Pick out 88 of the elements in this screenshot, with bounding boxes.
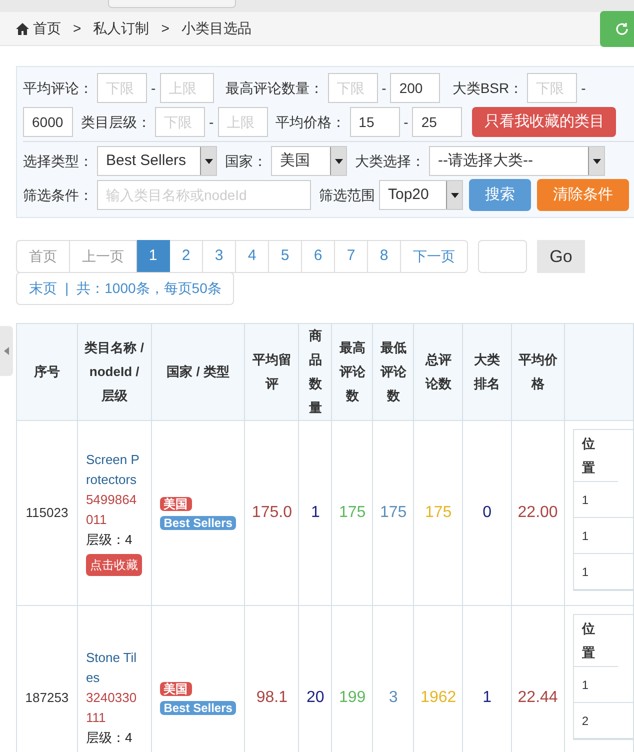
field-label: 筛选条件： bbox=[23, 186, 93, 204]
page-link[interactable]: 6 bbox=[302, 240, 335, 273]
input-field[interactable]: 25 bbox=[412, 107, 462, 137]
column-header: 最低评论数 bbox=[372, 324, 414, 420]
page-link[interactable]: 1 bbox=[137, 240, 170, 273]
field-label: 大类BSR： bbox=[452, 78, 524, 98]
page-link[interactable]: 3 bbox=[203, 240, 236, 273]
search-button[interactable]: 搜索 bbox=[469, 179, 531, 211]
field-label: 平均评论： bbox=[23, 78, 93, 98]
column-header: 平均留评 bbox=[244, 324, 299, 420]
table-cell: 187253 bbox=[16, 606, 78, 752]
field-label: 类目层级： bbox=[81, 112, 151, 132]
refresh-button[interactable] bbox=[600, 10, 634, 46]
position-cell: 1 bbox=[574, 482, 633, 518]
next-page-link[interactable]: 下一页 bbox=[401, 240, 468, 273]
page-link[interactable]: 4 bbox=[236, 240, 269, 273]
field-label: 平均价格： bbox=[276, 112, 346, 132]
breadcrumb-separator: > bbox=[73, 19, 82, 38]
field-label: 选择类型： bbox=[23, 152, 93, 170]
favorites-button[interactable]: 只看我收藏的类目 bbox=[472, 107, 616, 137]
breadcrumb-link[interactable]: 小类目选品 bbox=[181, 18, 252, 39]
column-header: 平均价格 bbox=[511, 324, 564, 420]
position-header: 位置 bbox=[574, 615, 618, 667]
dropdown[interactable]: --请选择大类-- bbox=[429, 146, 605, 176]
table-cell: 175.0 bbox=[244, 420, 299, 606]
breadcrumb-separator: > bbox=[161, 19, 170, 38]
column-header: 商品数量 bbox=[298, 324, 332, 420]
column-header: 国家 / 类型 bbox=[151, 324, 245, 420]
field-label: 大类选择： bbox=[355, 152, 425, 170]
table-cell: 175 bbox=[332, 420, 373, 606]
input-field[interactable]: 15 bbox=[350, 107, 400, 137]
table-cell: 115023 bbox=[16, 420, 78, 606]
column-header: 类目名称 / nodeId / 层级 bbox=[77, 324, 152, 420]
table-cell: 0 bbox=[462, 420, 512, 606]
page-link[interactable]: 5 bbox=[269, 240, 302, 273]
page-link[interactable]: 8 bbox=[368, 240, 401, 273]
separator-text: | bbox=[65, 279, 69, 298]
type-badge: Best Sellers bbox=[160, 516, 236, 530]
refresh-icon bbox=[614, 20, 630, 36]
dropdown[interactable]: Top20 bbox=[379, 180, 463, 210]
go-button[interactable]: Go bbox=[537, 240, 585, 273]
node-id-text: 3240330111 bbox=[86, 689, 138, 727]
column-header: 总评论数 bbox=[414, 324, 463, 420]
column-header: 最高评论数 bbox=[332, 324, 373, 420]
favorite-button[interactable]: 点击收藏 bbox=[86, 554, 142, 576]
page-link[interactable]: 2 bbox=[170, 240, 203, 273]
table-cell: 175 bbox=[414, 420, 463, 606]
last-page-link[interactable]: 末页 bbox=[29, 278, 57, 299]
table-cell: 175 bbox=[372, 420, 414, 606]
table-cell: 22.00 bbox=[511, 420, 564, 606]
position-cell: 1 bbox=[574, 554, 633, 590]
total-count-text: 共：1000条，每页50条 bbox=[76, 279, 222, 298]
country-badge: 美国 bbox=[160, 496, 192, 510]
dropdown[interactable]: Best Sellers bbox=[97, 146, 217, 176]
breadcrumb-link[interactable]: 私人订制 bbox=[93, 18, 150, 39]
position-cell: 2 bbox=[574, 703, 633, 739]
position-cell: 1 bbox=[574, 518, 633, 554]
column-header: 序号 bbox=[16, 324, 78, 420]
level-text: 层级：4 bbox=[86, 531, 134, 549]
page-input[interactable] bbox=[478, 240, 527, 273]
category-name-link[interactable]: Screen Protectors bbox=[86, 450, 143, 490]
sidebar-toggle[interactable] bbox=[0, 326, 13, 376]
type-badge: Best Sellers bbox=[160, 701, 236, 715]
table-cell: 1 bbox=[298, 420, 332, 606]
home-icon bbox=[16, 22, 29, 34]
range-dash: - bbox=[581, 78, 586, 98]
first-page-link[interactable]: 首页 bbox=[16, 240, 70, 273]
position-cell: 1 bbox=[574, 667, 633, 703]
range-dash: - bbox=[382, 78, 386, 98]
column-header: 大类排名 bbox=[462, 324, 512, 420]
dropdown[interactable]: 美国 bbox=[271, 146, 347, 176]
field-label: 国家： bbox=[225, 152, 267, 170]
range-dash: - bbox=[404, 112, 408, 132]
input-field[interactable]: 200 bbox=[390, 73, 440, 103]
position-header: 位置 bbox=[574, 430, 618, 482]
left-arrow-icon bbox=[4, 347, 9, 355]
field-label: 最高评论数量： bbox=[226, 78, 324, 98]
node-id-text: 5499864011 bbox=[86, 491, 138, 529]
category-name-link[interactable]: Stone Tiles bbox=[86, 648, 143, 688]
range-dash: - bbox=[209, 112, 214, 132]
input-field[interactable]: 6000 bbox=[23, 107, 73, 137]
breadcrumb-link[interactable]: 首页 bbox=[33, 18, 61, 39]
level-text: 层级：4 bbox=[86, 729, 134, 747]
field-label: 筛选范围 bbox=[319, 186, 375, 204]
range-dash: - bbox=[151, 78, 156, 98]
page-link[interactable]: 7 bbox=[335, 240, 368, 273]
clear-button[interactable]: 清除条件 bbox=[537, 179, 629, 211]
country-badge: 美国 bbox=[160, 682, 192, 696]
